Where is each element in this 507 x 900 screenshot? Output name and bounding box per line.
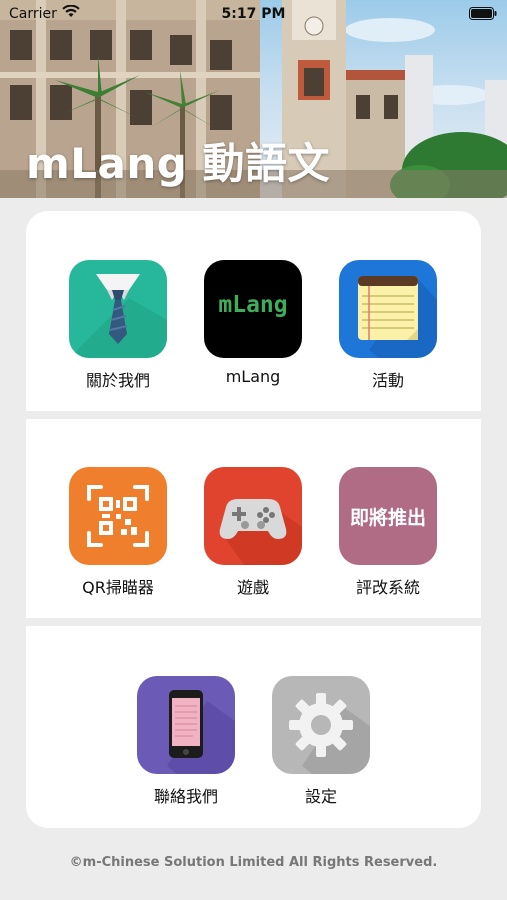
grading-system-label: 評改系統 — [355, 578, 420, 597]
gamepad-icon — [204, 467, 302, 565]
games-label: 遊戲 — [236, 578, 269, 597]
gear-icon — [272, 676, 370, 774]
contact-us-label: 聯絡我們 — [153, 787, 218, 806]
qr-scanner-label: QR掃瞄器 — [82, 578, 154, 597]
coming-soon-text: 即將推出 — [349, 507, 426, 529]
header-banner: Carrier 5:17 PM mLang 動語文 — [0, 0, 507, 198]
settings-button[interactable]: 設定 — [261, 676, 381, 807]
contact-us-button[interactable]: 聯絡我們 — [126, 676, 246, 807]
status-bar: Carrier 5:17 PM — [0, 0, 507, 28]
mlang-label: mLang — [225, 367, 281, 386]
grading-system-button[interactable]: 即將推出 評改系統 — [328, 467, 448, 598]
qr-code-icon — [69, 467, 167, 565]
menu-section-2: QR掃瞄器 遊戲 即將推出 評改系統 — [26, 419, 481, 618]
coming-soon-icon: 即將推出 — [339, 467, 437, 565]
phone-icon — [137, 676, 235, 774]
clock: 5:17 PM — [221, 6, 286, 22]
app-title: mLang 動語文 — [26, 139, 330, 188]
qr-scanner-button[interactable]: QR掃瞄器 — [58, 467, 178, 598]
menu-section-3: 聯絡我們 設定 — [26, 626, 481, 828]
mlang-icon-text: mLang — [218, 292, 288, 318]
events-button[interactable]: 活動 — [328, 260, 448, 391]
necktie-icon — [69, 260, 167, 358]
menu-section-1: 關於我們 mLang mLang 活動 — [26, 211, 481, 411]
mlang-button[interactable]: mLang mLang — [193, 260, 313, 386]
copyright-footer: ©m-Chinese Solution Limited All Rights R… — [69, 855, 438, 870]
notepad-icon — [339, 260, 437, 358]
games-button[interactable]: 遊戲 — [193, 467, 313, 598]
battery-icon — [469, 7, 497, 24]
events-label: 活動 — [371, 371, 404, 390]
settings-label: 設定 — [304, 787, 337, 806]
about-us-button[interactable]: 關於我們 — [58, 260, 178, 391]
mlang-logo-icon: mLang — [204, 260, 302, 358]
about-us-label: 關於我們 — [85, 371, 150, 390]
